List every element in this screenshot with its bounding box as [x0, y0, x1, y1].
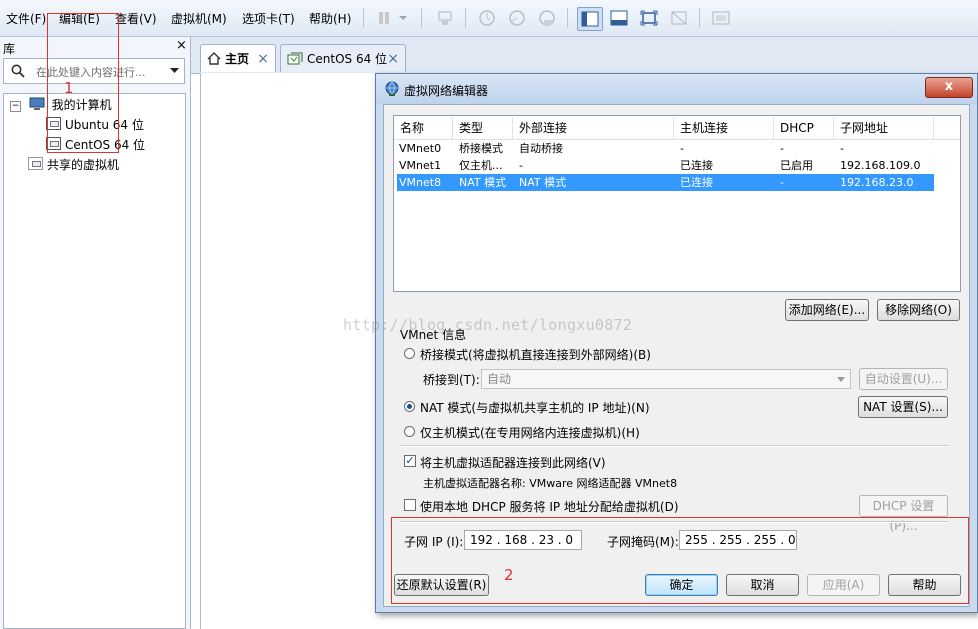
col-header-external[interactable]: 外部连接 — [513, 117, 674, 139]
table-row[interactable]: VMnet1 仅主机... - 已连接 已启用 192.168.109.0 — [397, 157, 934, 174]
nat-mode-label: NAT 模式(与虚拟机共享主机的 IP 地址)(N) — [420, 401, 650, 415]
library-view-icon[interactable] — [577, 7, 603, 31]
shared-vm-icon — [28, 157, 43, 170]
annotation-box-2 — [391, 517, 969, 604]
snapshot-icon[interactable] — [475, 7, 499, 29]
chevron-down-icon — [837, 377, 845, 382]
collapse-toggle-icon[interactable]: − — [10, 101, 21, 112]
radio-host-only[interactable] — [404, 426, 415, 437]
console-view-icon[interactable] — [607, 7, 631, 29]
annotation-box-1 — [47, 13, 119, 153]
annotation-label-2: 2 — [504, 566, 514, 584]
chevron-down-icon[interactable] — [170, 68, 179, 74]
nat-settings-button[interactable]: NAT 设置(S)... — [858, 396, 948, 418]
menu-help[interactable]: 帮助(H) — [309, 10, 351, 27]
auto-settings-button[interactable]: 自动设置(U)... — [859, 368, 948, 390]
vmnet-info-heading: VMnet 信息 — [400, 328, 467, 342]
col-header-name[interactable]: 名称 — [394, 117, 453, 139]
table-row-selected[interactable]: VMnet8 NAT 模式 NAT 模式 已连接 - 192.168.23.0 — [397, 174, 934, 191]
snapshot-manager-icon[interactable] — [535, 7, 559, 29]
network-globe-icon — [385, 81, 399, 96]
add-network-button[interactable]: 添加网络(E)... — [785, 299, 869, 321]
tab-home-label: 主页 — [225, 52, 250, 66]
tab-home[interactable]: 主页 × — [200, 44, 276, 72]
col-header-type[interactable]: 类型 — [453, 117, 513, 139]
tab-centos-label: CentOS 64 位 — [307, 52, 388, 66]
radio-nat-mode[interactable] — [404, 401, 415, 412]
menu-file[interactable]: 文件(F) — [6, 10, 46, 27]
dialog-title-bar[interactable]: 虚拟网络编辑器 — [376, 74, 977, 104]
tree-item-shared-vms[interactable]: 共享的虚拟机 — [28, 155, 119, 175]
library-title: 库 — [3, 42, 16, 56]
menu-vm[interactable]: 虚拟机(M) — [171, 10, 227, 27]
host-only-label: 仅主机模式(在专用网络内连接虚拟机)(H) — [420, 426, 640, 440]
menu-view[interactable]: 查看(V) — [115, 10, 157, 27]
dhcp-settings-button[interactable]: DHCP 设置(P)... — [859, 495, 948, 533]
revert-snapshot-icon[interactable] — [505, 7, 529, 29]
tab-close-icon[interactable]: × — [257, 51, 269, 67]
table-row[interactable]: VMnet0 桥接模式 自动桥接 - - - — [397, 140, 934, 157]
adapter-name-text: 主机虚拟适配器名称: VMware 网络适配器 VMnet8 — [423, 477, 678, 490]
tab-close-icon[interactable]: × — [387, 51, 399, 67]
col-header-subnet[interactable]: 子网地址 — [834, 117, 934, 139]
tree-item-label: 共享的虚拟机 — [47, 158, 120, 172]
menu-tabs[interactable]: 选项卡(T) — [242, 10, 295, 27]
computer-icon — [29, 97, 45, 110]
annotation-label-1: 1 — [64, 79, 74, 97]
bridge-to-label: 桥接到(T): — [423, 373, 480, 387]
col-header-dhcp[interactable]: DHCP — [774, 117, 834, 139]
thumbnail-view-icon[interactable] — [709, 7, 733, 29]
radio-bridge-mode[interactable] — [404, 348, 415, 359]
connect-adapter-label: 将主机虚拟适配器连接到此网络(V) — [420, 456, 606, 470]
checkbox-use-dhcp[interactable] — [404, 499, 416, 511]
pause-icon[interactable] — [372, 7, 396, 29]
search-icon — [11, 64, 25, 78]
vm-tab-icon — [287, 52, 303, 64]
bridge-mode-label: 桥接模式(将虚拟机直接连接到外部网络)(B) — [420, 348, 651, 362]
fullscreen-icon[interactable] — [637, 7, 661, 29]
use-dhcp-label: 使用本地 DHCP 服务将 IP 地址分配给虚拟机(D) — [420, 500, 679, 514]
unity-icon[interactable] — [667, 7, 691, 29]
remove-network-button[interactable]: 移除网络(O) — [877, 299, 960, 321]
tab-centos[interactable]: CentOS 64 位 × — [280, 44, 406, 72]
bridge-to-select[interactable]: 自动 — [481, 369, 851, 389]
send-ctrl-alt-del-icon[interactable] — [433, 7, 457, 29]
dialog-close-button[interactable]: x — [925, 77, 973, 98]
home-icon — [207, 52, 221, 65]
library-close-icon[interactable]: × — [176, 38, 187, 53]
watermark-text: http://blog.csdn.net/longxu0872 — [343, 316, 633, 334]
chevron-down-icon[interactable] — [396, 7, 410, 29]
col-header-host[interactable]: 主机连接 — [674, 117, 774, 139]
checkbox-connect-adapter[interactable]: ✓ — [404, 455, 416, 467]
dialog-title: 虚拟网络编辑器 — [404, 84, 489, 98]
